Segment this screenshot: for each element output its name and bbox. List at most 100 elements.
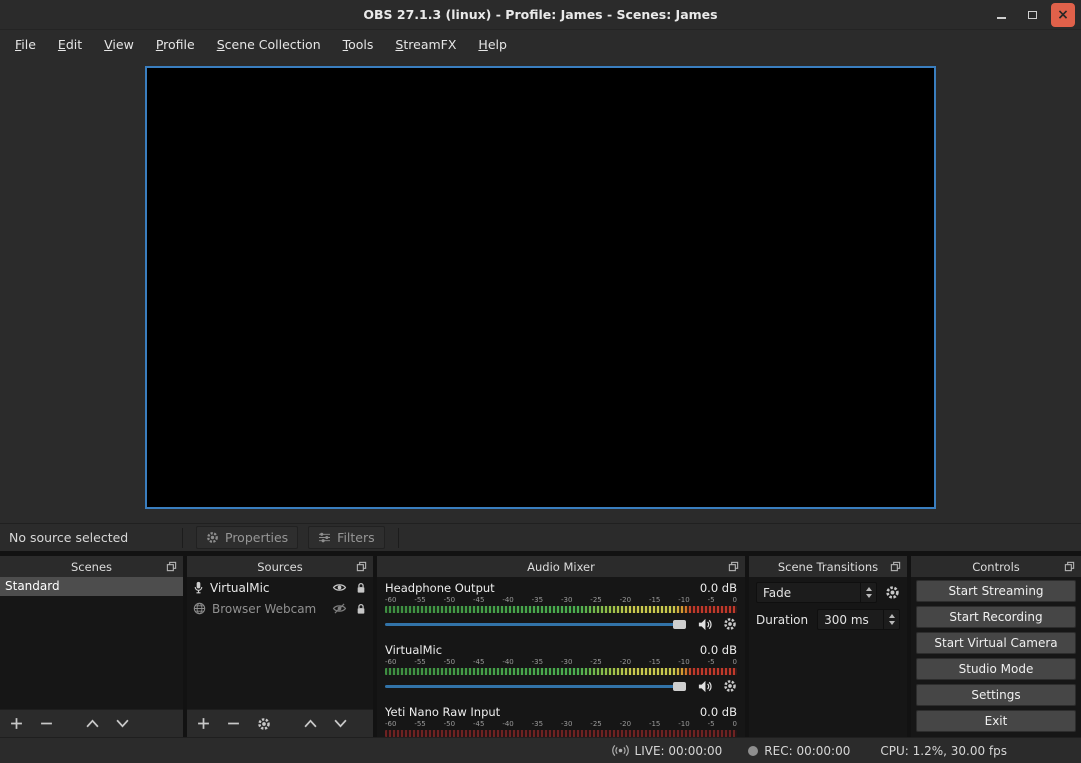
scene-item-selected[interactable]: Standard <box>0 577 183 596</box>
db-scale-tick: -25 <box>590 596 601 605</box>
cpu-fps-stats: CPU: 1.2%, 30.00 fps <box>880 744 1007 758</box>
db-scale-tick: -25 <box>590 658 601 667</box>
source-properties-gear-icon[interactable] <box>257 717 271 731</box>
mixer-channel-level: 0.0 dB <box>700 581 737 595</box>
combo-spinner[interactable] <box>860 583 872 602</box>
minimize-button[interactable] <box>989 3 1013 27</box>
volume-slider-handle[interactable] <box>673 682 686 691</box>
source-item[interactable]: VirtualMic <box>187 577 373 598</box>
settings-button[interactable]: Settings <box>916 684 1076 706</box>
source-name: Browser Webcam <box>212 602 326 616</box>
volume-slider[interactable] <box>385 623 686 626</box>
duration-spinbox[interactable]: 300 ms <box>817 609 900 630</box>
start-virtual-camera-button[interactable]: Start Virtual Camera <box>916 632 1076 654</box>
menu-help[interactable]: Help <box>467 33 518 56</box>
mixer-channel-name: VirtualMic <box>385 643 442 657</box>
mixer-db-scale: -60-55-50-45-40-35-30-25-20-15-10-50 <box>385 720 737 729</box>
sources-toolbar <box>187 709 373 737</box>
live-time: LIVE: 00:00:00 <box>635 744 723 758</box>
spinner-down-icon[interactable] <box>866 594 872 598</box>
transition-select[interactable]: Fade <box>756 582 877 603</box>
filters-button[interactable]: Filters <box>308 526 384 549</box>
spinbox-arrows[interactable] <box>883 610 895 629</box>
preview-canvas[interactable] <box>145 66 936 509</box>
popout-icon[interactable] <box>166 561 177 572</box>
mixer-dock-header[interactable]: Audio Mixer <box>377 556 745 577</box>
menu-tools[interactable]: Tools <box>332 33 385 56</box>
scenes-dock-title: Scenes <box>71 560 112 574</box>
toolbar-separator <box>398 528 399 548</box>
studio-mode-button[interactable]: Studio Mode <box>916 658 1076 680</box>
transition-properties-gear-icon[interactable] <box>885 585 900 600</box>
rec-time: REC: 00:00:00 <box>764 744 850 758</box>
add-source-button[interactable] <box>197 717 210 730</box>
menu-view[interactable]: View <box>93 33 145 56</box>
sources-dock-header[interactable]: Sources <box>187 556 373 577</box>
window-controls: × <box>989 3 1075 27</box>
remove-source-button[interactable] <box>227 717 240 730</box>
db-scale-tick: -55 <box>414 596 425 605</box>
db-scale-tick: -50 <box>444 720 455 729</box>
move-source-up-button[interactable] <box>304 719 317 728</box>
db-scale-tick: -30 <box>561 658 572 667</box>
filters-icon <box>318 532 331 543</box>
move-scene-up-button[interactable] <box>86 719 99 728</box>
menu-scene-collection[interactable]: Scene Collection <box>206 33 332 56</box>
title-bar[interactable]: OBS 27.1.3 (linux) - Profile: James - Sc… <box>0 0 1081 30</box>
window-title: OBS 27.1.3 (linux) - Profile: James - Sc… <box>0 7 1081 22</box>
mixer-gear-icon[interactable] <box>723 617 737 631</box>
add-scene-button[interactable] <box>10 717 23 730</box>
duration-label: Duration <box>756 613 808 627</box>
mixer-channels: Headphone Output 0.0 dB -60-55-50-45-40-… <box>377 577 745 737</box>
popout-icon[interactable] <box>890 561 901 572</box>
start-recording-button[interactable]: Start Recording <box>916 606 1076 628</box>
maximize-icon <box>1028 11 1037 19</box>
popout-icon[interactable] <box>728 561 739 572</box>
lock-icon[interactable] <box>356 582 366 594</box>
source-name: VirtualMic <box>210 581 326 595</box>
scenes-dock: Scenes Standard <box>0 556 183 737</box>
status-bar: LIVE: 00:00:00 REC: 00:00:00 CPU: 1.2%, … <box>0 737 1081 763</box>
spinner-up-icon[interactable] <box>889 614 895 618</box>
maximize-button[interactable] <box>1020 3 1044 27</box>
mixer-dock-title: Audio Mixer <box>527 560 595 574</box>
speaker-icon[interactable] <box>697 679 712 694</box>
visibility-eye-icon[interactable] <box>332 582 347 593</box>
db-scale-tick: -30 <box>561 596 572 605</box>
move-source-down-button[interactable] <box>334 719 347 728</box>
menu-profile[interactable]: Profile <box>145 33 206 56</box>
menu-bar: File Edit View Profile Scene Collection … <box>0 30 1081 58</box>
remove-scene-button[interactable] <box>40 717 53 730</box>
menu-edit[interactable]: Edit <box>47 33 93 56</box>
controls-dock-header[interactable]: Controls <box>911 556 1081 577</box>
menu-file[interactable]: File <box>4 33 47 56</box>
db-scale-tick: -35 <box>532 720 543 729</box>
microphone-icon <box>193 581 204 594</box>
move-scene-down-button[interactable] <box>116 719 129 728</box>
properties-button[interactable]: Properties <box>196 526 298 549</box>
lock-icon[interactable] <box>356 603 366 615</box>
scenes-dock-header[interactable]: Scenes <box>0 556 183 577</box>
toolbar-separator <box>182 528 183 548</box>
menu-streamfx[interactable]: StreamFX <box>384 33 467 56</box>
volume-slider-handle[interactable] <box>673 620 686 629</box>
db-scale-tick: -20 <box>620 658 631 667</box>
audio-mixer-dock: Audio Mixer Headphone Output 0.0 dB -60-… <box>377 556 745 737</box>
source-item[interactable]: Browser Webcam <box>187 598 373 619</box>
db-scale-tick: -10 <box>678 658 689 667</box>
exit-button[interactable]: Exit <box>916 710 1076 732</box>
popout-icon[interactable] <box>356 561 367 572</box>
start-streaming-button[interactable]: Start Streaming <box>916 580 1076 602</box>
close-button[interactable]: × <box>1051 3 1075 27</box>
volume-slider[interactable] <box>385 685 686 688</box>
db-scale-tick: -45 <box>473 720 484 729</box>
visibility-eye-slash-icon[interactable] <box>332 603 347 614</box>
mixer-gear-icon[interactable] <box>723 679 737 693</box>
spinner-down-icon[interactable] <box>889 621 895 625</box>
popout-icon[interactable] <box>1064 561 1075 572</box>
transition-selected-value: Fade <box>763 586 791 600</box>
mixer-channel-virtualmic: VirtualMic 0.0 dB -60-55-50-45-40-35-30-… <box>385 642 737 696</box>
transitions-dock-header[interactable]: Scene Transitions <box>749 556 907 577</box>
spinner-up-icon[interactable] <box>866 587 872 591</box>
speaker-icon[interactable] <box>697 617 712 632</box>
